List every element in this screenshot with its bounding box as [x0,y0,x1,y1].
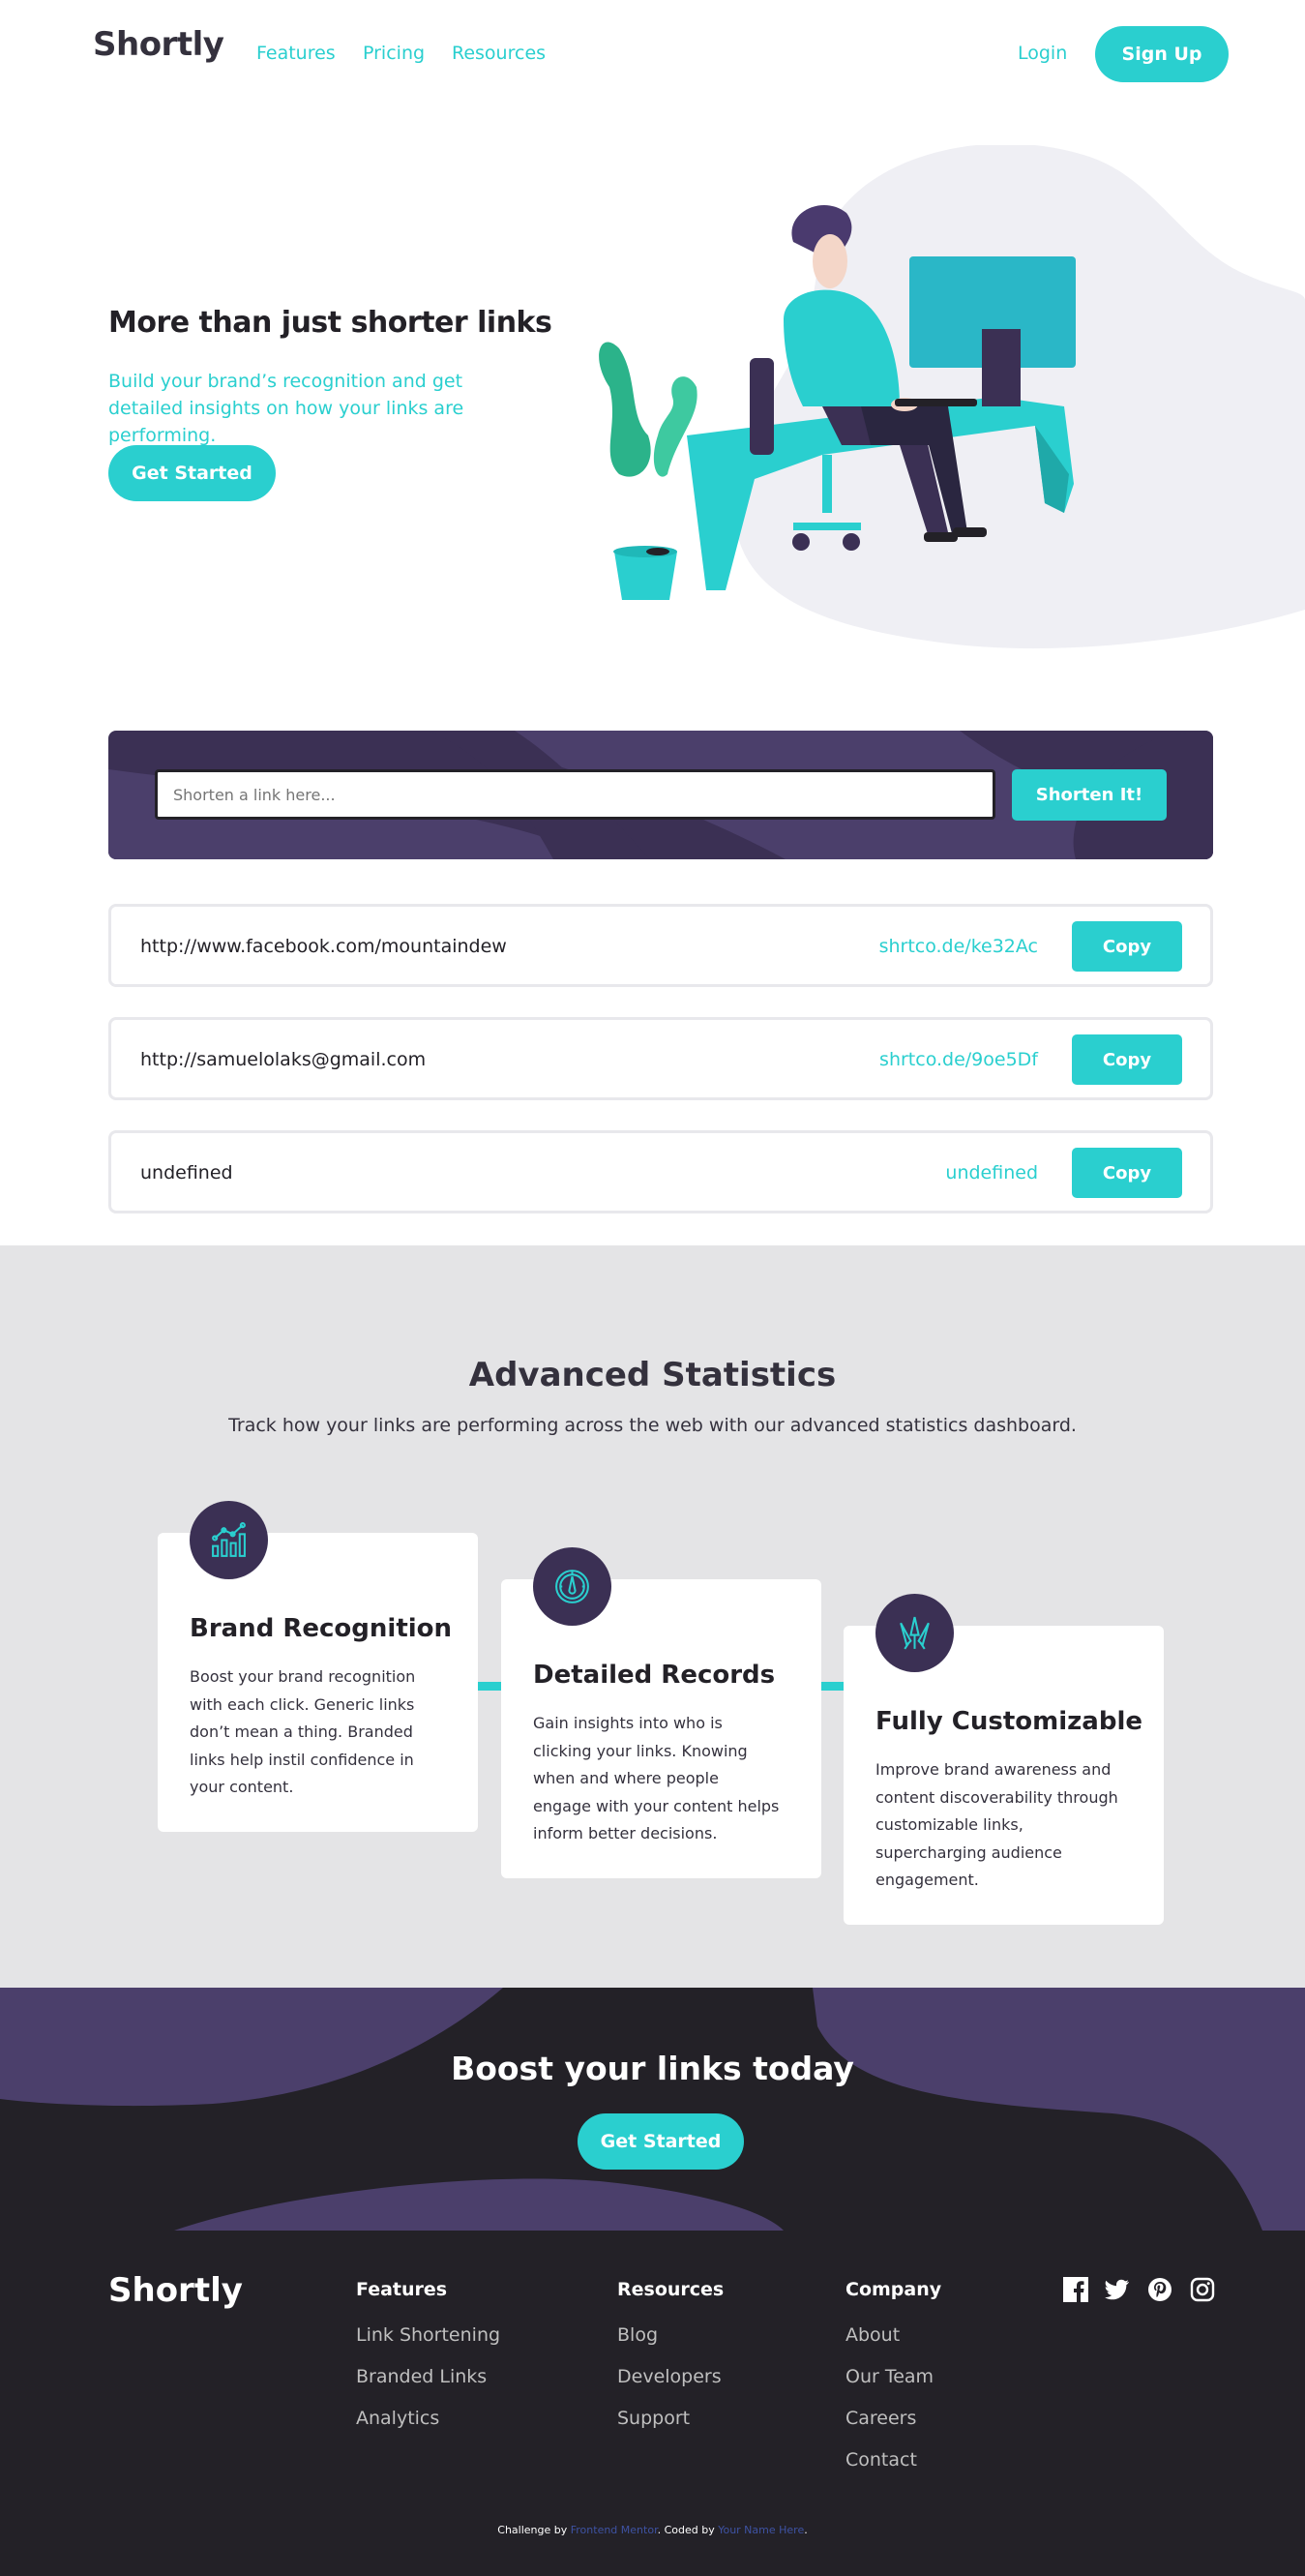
boost-section: Boost your links today Get Started [0,1988,1305,2231]
result-row: undefined undefined Copy [108,1130,1213,1213]
result-short-url[interactable]: undefined [945,1162,1038,1183]
hero-title: More than just shorter links [108,306,552,340]
result-row: http://samuelolaks@gmail.com shrtco.de/9… [108,1017,1213,1100]
boost-bg-pattern [0,1988,1305,2231]
top-nav: Shortly Features Pricing Resources Login… [0,0,1305,106]
page: Shortly Features Pricing Resources Login… [0,0,1305,2576]
chart-icon [190,1501,268,1579]
logo[interactable]: Shortly [93,25,224,64]
footer-column-features: Features Link Shortening Branded Links A… [356,2279,500,2448]
attribution-suffix: . [804,2524,808,2536]
gauge-icon [533,1547,611,1626]
footer-link[interactable]: Careers [845,2407,941,2430]
login-link[interactable]: Login [1018,43,1067,64]
statistics-section: Advanced Statistics Track how your links… [0,1245,1305,1988]
card-text: Boost your brand recognition with each c… [190,1667,416,1796]
attribution-middle: . Coded by [657,2524,719,2536]
attribution: Challenge by Frontend Mentor. Coded by Y… [0,2524,1305,2536]
card-text: Improve brand awareness and content disc… [875,1760,1118,1889]
card-title: Fully Customizable [875,1707,1142,1736]
brushes-icon [875,1594,954,1672]
footer-link[interactable]: Branded Links [356,2365,500,2388]
copy-button[interactable]: Copy [1072,1148,1182,1198]
facebook-icon[interactable] [1063,2277,1088,2302]
boost-get-started-button[interactable]: Get Started [578,2113,744,2170]
footer-column-company: Company About Our Team Careers Contact [845,2279,941,2490]
copy-button[interactable]: Copy [1072,1034,1182,1085]
result-short-url[interactable]: shrtco.de/ke32Ac [879,936,1038,957]
footer-link[interactable]: Support [617,2407,724,2430]
hero-illustration [599,145,1305,649]
signup-button[interactable]: Sign Up [1095,26,1229,82]
copy-button[interactable]: Copy [1072,921,1182,972]
result-short-url[interactable]: shrtco.de/9oe5Df [879,1049,1038,1070]
boost-title: Boost your links today [451,2050,854,2087]
attribution-prefix: Challenge by [497,2524,571,2536]
footer-column-resources: Resources Blog Developers Support [617,2279,724,2448]
footer-link[interactable]: About [845,2323,941,2347]
footer-link[interactable]: Contact [845,2448,941,2471]
attribution-link-author[interactable]: Your Name Here [718,2524,804,2536]
footer-link[interactable]: Link Shortening [356,2323,500,2347]
shorten-button[interactable]: Shorten It! [1012,769,1167,821]
footer-heading: Company [845,2279,942,2300]
nav-link-features[interactable]: Features [256,43,336,64]
instagram-icon[interactable] [1190,2277,1215,2302]
footer-heading: Features [356,2279,448,2300]
stat-card-fully-customizable: Fully Customizable Improve brand awarene… [844,1594,1164,1925]
card-title: Detailed Records [533,1661,776,1690]
result-original-url: http://www.facebook.com/mountaindew [140,936,507,957]
hero-subtitle: Build your brand’s recognition and get d… [108,371,464,446]
nav-link-pricing[interactable]: Pricing [363,43,425,64]
attribution-link-frontend-mentor[interactable]: Frontend Mentor [571,2524,658,2536]
stat-card-brand-recognition: Brand Recognition Boost your brand recog… [158,1501,478,1832]
footer-link[interactable]: Analytics [356,2407,500,2430]
footer-heading: Resources [617,2279,725,2300]
twitter-icon[interactable] [1105,2277,1130,2302]
nav-link-resources[interactable]: Resources [452,43,546,64]
footer-link[interactable]: Blog [617,2323,724,2347]
shorten-panel: Shorten It! [108,731,1213,859]
stat-card-detailed-records: Detailed Records Gain insights into who … [501,1547,821,1878]
footer-logo[interactable]: Shortly [108,2271,243,2310]
result-original-url: http://samuelolaks@gmail.com [140,1049,427,1070]
get-started-button[interactable]: Get Started [108,445,276,501]
result-row: http://www.facebook.com/mountaindew shrt… [108,904,1213,987]
footer: Shortly Features Link Shortening Branded… [0,2231,1305,2576]
url-input[interactable] [155,769,995,820]
card-text: Gain insights into who is clicking your … [533,1714,780,1842]
result-original-url: undefined [140,1162,233,1183]
stats-subtitle: Track how your links are performing acro… [228,1415,1077,1436]
card-title: Brand Recognition [190,1614,453,1643]
footer-link[interactable]: Developers [617,2365,724,2388]
pinterest-icon[interactable] [1147,2277,1172,2302]
footer-link[interactable]: Our Team [845,2365,941,2388]
stats-title: Advanced Statistics [468,1356,837,1394]
